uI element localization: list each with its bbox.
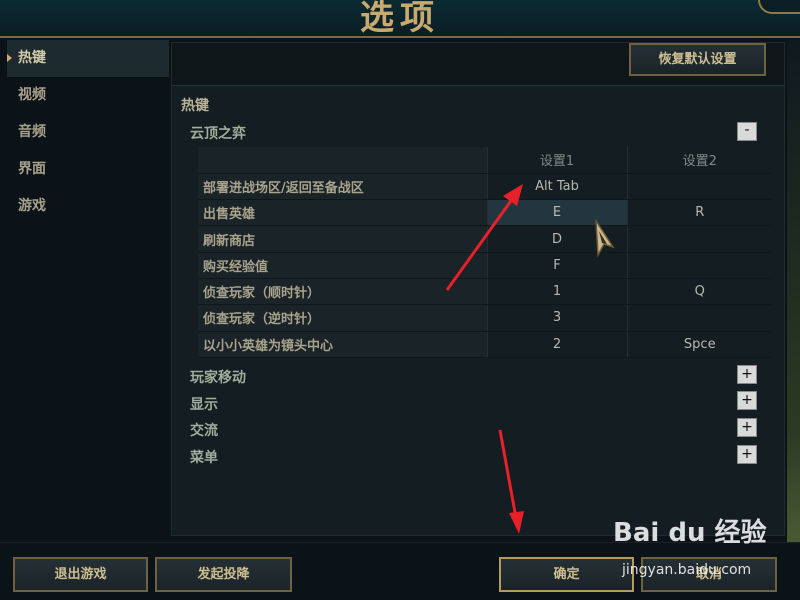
action-label: 出售英雄 [198, 199, 487, 227]
table-row: 以小小英雄为镜头中心 2 Spce [198, 331, 772, 358]
header-key2: 设置2 [626, 147, 772, 174]
header-key1: 设置1 [486, 147, 627, 174]
key1-cell[interactable]: 2 [486, 331, 627, 358]
table-row: 购买经验值 F [198, 252, 772, 279]
options-sidebar: 热键 视频 音频 界面 游戏 [7, 40, 169, 540]
corner-ornament [758, 0, 800, 14]
key2-cell[interactable] [626, 173, 772, 201]
title-bar: 选项 [0, 0, 800, 38]
action-label: 购买经验值 [198, 252, 487, 279]
key2-cell[interactable]: R [626, 199, 772, 227]
key2-cell[interactable] [626, 225, 772, 253]
sidebar-item-interface[interactable]: 界面 [7, 151, 169, 188]
header-action [198, 147, 487, 174]
action-label: 侦查玩家（顺时针） [198, 278, 487, 306]
watermark-logo: Bai du 经验 [613, 518, 767, 548]
expand-button[interactable]: + [737, 445, 757, 464]
table-header-row: 设置1 设置2 [198, 147, 772, 174]
sidebar-item-game[interactable]: 游戏 [7, 188, 169, 225]
table-row: 刷新商店 D [198, 225, 772, 253]
baidu-watermark: Bai du 经验 jingyan.baidu.com [613, 512, 783, 578]
group-title-tft[interactable]: 云顶之弈 [190, 123, 246, 143]
group-title-communication[interactable]: 交流 [190, 420, 218, 440]
sidebar-item-hotkeys[interactable]: 热键 [7, 40, 169, 77]
collapse-button[interactable]: - [737, 122, 757, 141]
key1-cell[interactable]: Alt Tab [486, 173, 627, 201]
group-title-display[interactable]: 显示 [190, 394, 218, 414]
hotkeys-panel: 恢复默认设置 热键 云顶之弈 - 设置1 设置2 部署进战场区/返回至备战区 A… [171, 42, 785, 536]
action-label: 以小小英雄为镜头中心 [198, 331, 487, 358]
key2-cell[interactable] [626, 252, 772, 279]
table-row: 侦查玩家（顺时针） 1 Q [198, 278, 772, 306]
key1-cell[interactable]: 3 [486, 304, 627, 332]
expand-button[interactable]: + [737, 391, 757, 410]
group-title-menu[interactable]: 菜单 [190, 447, 218, 467]
panel-header: 恢复默认设置 [172, 43, 784, 86]
hotkey-table: 设置1 设置2 部署进战场区/返回至备战区 Alt Tab 出售英雄 E R 刷… [198, 147, 772, 358]
expand-button[interactable]: + [737, 418, 757, 437]
table-row: 部署进战场区/返回至备战区 Alt Tab [198, 173, 772, 201]
sidebar-item-audio[interactable]: 音频 [7, 114, 169, 151]
reset-defaults-button[interactable]: 恢复默认设置 [629, 43, 766, 76]
background-edge [787, 40, 800, 600]
key1-cell[interactable]: 1 [486, 278, 627, 306]
key2-cell[interactable] [626, 304, 772, 332]
confirm-button[interactable]: 确定 [499, 557, 634, 592]
expand-button[interactable]: + [737, 365, 757, 384]
watermark-url: jingyan.baidu.com [622, 562, 752, 578]
table-row: 出售英雄 E R [198, 199, 772, 227]
key2-cell[interactable]: Q [626, 278, 772, 306]
group-title-player-movement[interactable]: 玩家移动 [190, 367, 246, 387]
table-row: 侦查玩家（逆时针） 3 [198, 304, 772, 332]
action-label: 侦查玩家（逆时针） [198, 304, 487, 332]
window-title: 选项 [360, 0, 440, 38]
quit-game-button[interactable]: 退出游戏 [13, 557, 148, 592]
cursor-icon [595, 219, 615, 258]
sidebar-item-video[interactable]: 视频 [7, 77, 169, 114]
action-label: 刷新商店 [198, 225, 487, 253]
section-title: 热键 [181, 98, 209, 114]
surrender-button[interactable]: 发起投降 [155, 557, 292, 592]
action-label: 部署进战场区/返回至备战区 [198, 173, 487, 201]
key2-cell[interactable]: Spce [626, 331, 772, 358]
